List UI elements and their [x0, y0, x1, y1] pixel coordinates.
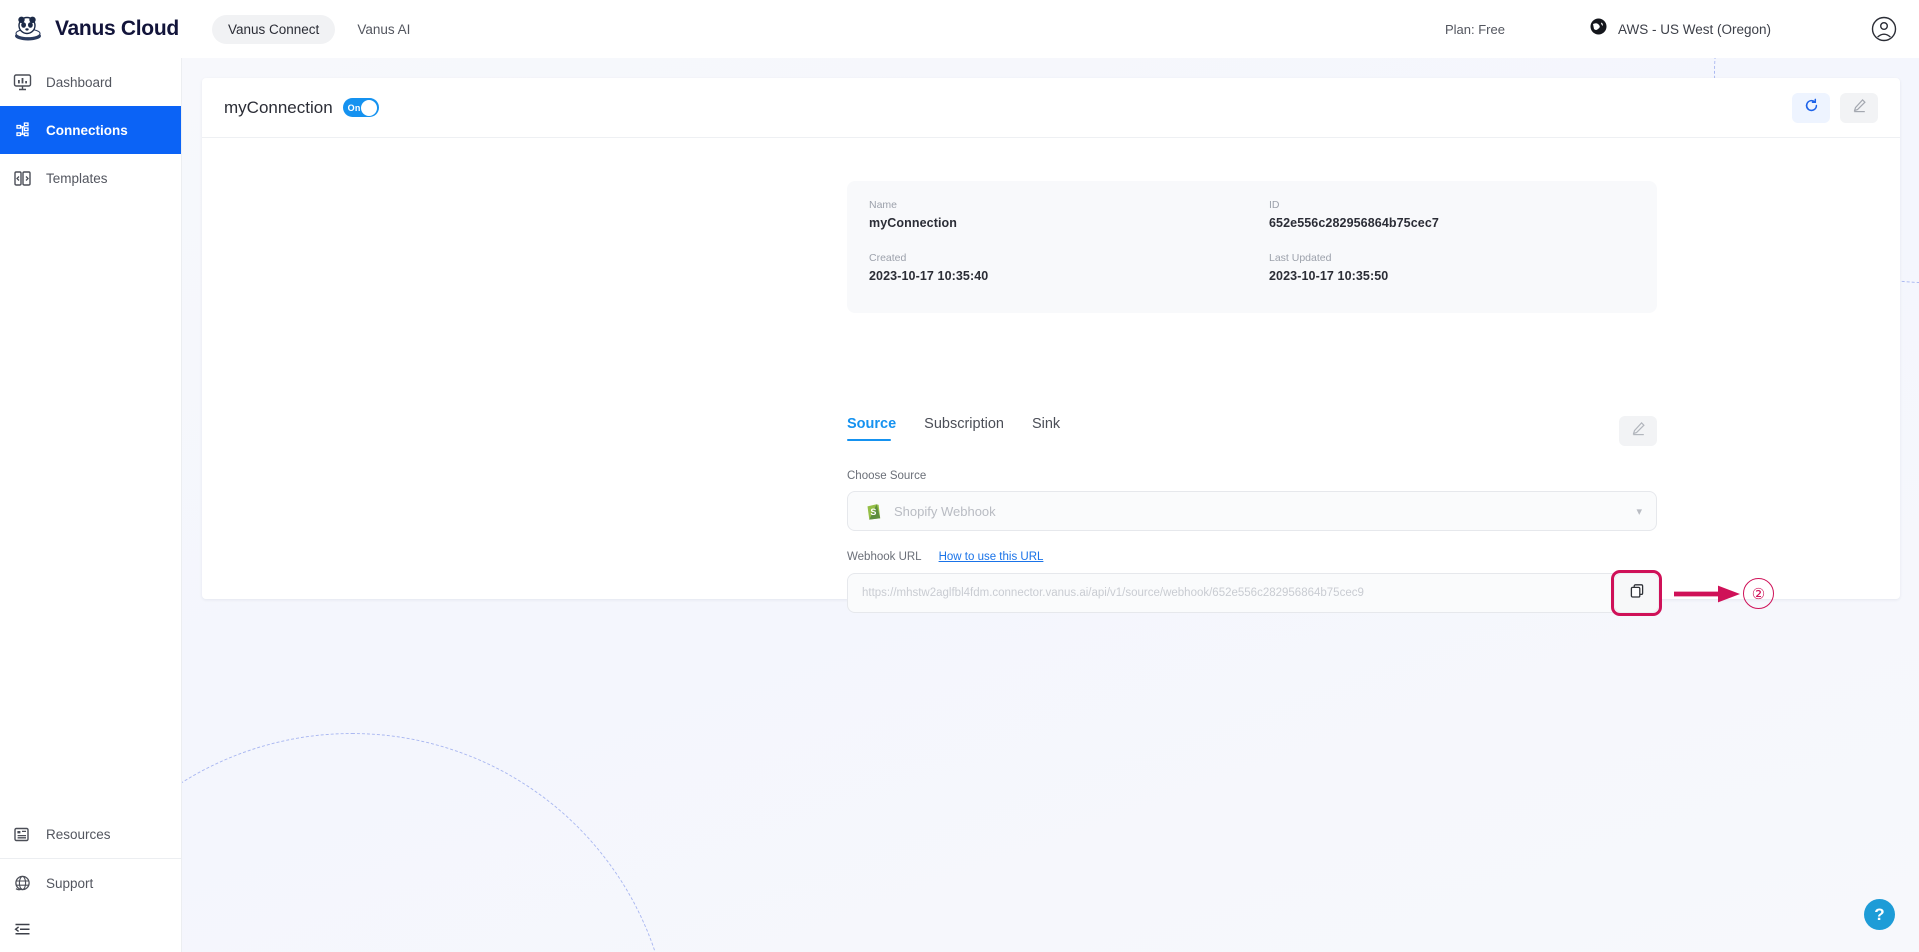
info-label: Last Updated	[1269, 252, 1332, 264]
info-label: Name	[869, 199, 898, 211]
info-field-last-updated: Last Updated 2023-10-17 10:35:50	[1269, 252, 1635, 283]
sidebar-item-label: Dashboard	[46, 74, 113, 90]
sidebar-item-support[interactable]: Support	[0, 858, 181, 906]
refresh-icon	[1804, 98, 1819, 118]
decorative-dashed-circle	[182, 733, 672, 952]
connection-info-grid: Name myConnection ID 652e556c282956864b7…	[869, 199, 1635, 283]
dashboard-icon	[13, 73, 32, 92]
toggle-state-label: On	[347, 102, 361, 113]
info-field-created: Created 2023-10-17 10:35:40	[869, 252, 1269, 283]
how-to-use-url-link[interactable]: How to use this URL	[939, 551, 1044, 563]
info-field-name: Name myConnection	[869, 199, 1269, 230]
connection-enabled-toggle[interactable]: On	[342, 98, 379, 117]
source-select[interactable]: S Shopify Webhook ▾	[847, 491, 1657, 531]
brand-name: Vanus Cloud	[55, 17, 179, 40]
top-bar: Vanus Cloud Vanus Connect Vanus AI Plan:…	[0, 0, 1919, 58]
top-bar-right: Plan: Free AWS - US West (Oregon)	[1445, 16, 1919, 42]
support-globe-icon	[13, 874, 32, 893]
webhook-url-value: https://mhstw2aglfbl4fdm.connector.vanus…	[862, 587, 1364, 599]
source-select-value: Shopify Webhook	[894, 503, 996, 519]
plan-label: Plan: Free	[1444, 21, 1505, 37]
help-button[interactable]: ?	[1864, 899, 1895, 930]
product-tab-vanus-connect[interactable]: Vanus Connect	[212, 14, 336, 44]
chevron-down-icon: ▾	[1636, 505, 1642, 518]
user-avatar-icon[interactable]	[1871, 16, 1897, 42]
tab-subscription[interactable]: Subscription	[924, 416, 1004, 441]
panda-logo-icon	[14, 15, 44, 43]
templates-icon	[13, 169, 32, 188]
region-label: AWS - US West (Oregon)	[1617, 21, 1771, 37]
info-value: 2023-10-17 10:35:40	[869, 269, 989, 283]
info-value: 652e556c282956864b75cec7	[1269, 216, 1439, 230]
card-header-actions	[1792, 92, 1878, 123]
pencil-edit-icon	[1631, 421, 1646, 441]
connection-detail-card: myConnection On Name myConnection ID 652…	[202, 78, 1900, 616]
sidebar-item-label: Connections	[46, 122, 128, 138]
app-root: Vanus Cloud Vanus Connect Vanus AI Plan:…	[0, 0, 1919, 952]
tab-sink[interactable]: Sink	[1032, 416, 1060, 441]
svg-text:S: S	[870, 507, 876, 517]
sidebar-item-resources[interactable]: Resources	[0, 810, 181, 858]
sidebar-item-label: Templates	[46, 170, 108, 186]
annotation-step-number: ②	[1743, 578, 1774, 609]
webhook-url-label: Webhook URL	[847, 551, 922, 563]
sidebar-collapse-button[interactable]	[0, 906, 181, 952]
sidebar-item-connections[interactable]: Connections	[0, 106, 181, 154]
tab-source[interactable]: Source	[847, 416, 896, 441]
info-label: ID	[1269, 199, 1280, 211]
resources-icon	[13, 825, 32, 844]
connection-card-header: myConnection On	[202, 78, 1900, 138]
collapse-sidebar-icon	[13, 920, 32, 939]
copy-webhook-url-button[interactable]	[1614, 573, 1659, 613]
info-value: myConnection	[869, 216, 958, 230]
sidebar-item-templates[interactable]: Templates	[0, 154, 181, 202]
info-field-id: ID 652e556c282956864b75cec7	[1269, 199, 1635, 230]
region-selector[interactable]: AWS - US West (Oregon)	[1590, 18, 1771, 40]
arrow-right-icon	[1674, 583, 1740, 610]
config-tabs: Source Subscription Sink	[847, 416, 1657, 446]
connection-info-panel: Name myConnection ID 652e556c282956864b7…	[847, 181, 1657, 313]
info-label: Created	[869, 252, 907, 264]
sidebar: Dashboard Connections Templates Resource…	[0, 58, 182, 952]
product-tabs: Vanus Connect Vanus AI	[212, 14, 426, 44]
sidebar-item-label: Resources	[46, 826, 111, 842]
page-content: myConnection On Name myConnection ID 652…	[182, 58, 1919, 952]
edit-connection-button[interactable]	[1840, 92, 1878, 123]
connections-icon	[13, 121, 32, 140]
brand: Vanus Cloud	[0, 15, 182, 43]
copy-icon	[1629, 583, 1645, 604]
pencil-edit-icon	[1852, 98, 1867, 118]
refresh-button[interactable]	[1792, 92, 1830, 123]
globe-icon	[1590, 18, 1607, 40]
product-tab-vanus-ai[interactable]: Vanus AI	[341, 15, 426, 44]
edit-source-button[interactable]	[1619, 416, 1657, 446]
page-title: myConnection	[224, 97, 333, 117]
toggle-knob	[361, 99, 378, 116]
webhook-url-field[interactable]: https://mhstw2aglfbl4fdm.connector.vanus…	[847, 573, 1657, 613]
shopify-icon: S	[862, 501, 882, 521]
webhook-url-label-row: Webhook URL How to use this URL	[847, 551, 1043, 563]
choose-source-label: Choose Source	[847, 470, 927, 482]
info-value: 2023-10-17 10:35:50	[1269, 269, 1389, 283]
sidebar-item-dashboard[interactable]: Dashboard	[0, 58, 181, 106]
sidebar-item-label: Support	[46, 876, 94, 891]
